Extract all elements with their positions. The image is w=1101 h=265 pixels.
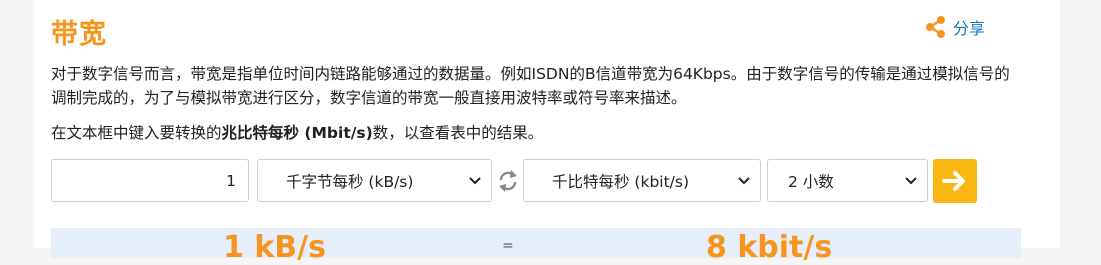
instruction-suffix: 数，以查看表中的结果。 bbox=[372, 124, 544, 142]
instruction-prefix: 在文本框中键入要转换的 bbox=[51, 124, 222, 142]
to-unit-select[interactable]: 千比特每秒 (kbit/s) bbox=[523, 159, 761, 202]
share-label: 分享 bbox=[953, 19, 986, 38]
instruction-text: 在文本框中键入要转换的兆比特每秒 (Mbit/s)数，以查看表中的结果。 bbox=[51, 121, 543, 143]
decimals-value: 2 小数 bbox=[788, 172, 834, 191]
from-unit-value: 千字节每秒 (kB/s) bbox=[286, 172, 414, 191]
chevron-down-icon bbox=[469, 176, 481, 184]
convert-button[interactable] bbox=[933, 159, 977, 203]
swap-units-button[interactable] bbox=[497, 168, 519, 194]
chevron-down-icon bbox=[738, 176, 750, 184]
arrow-right-icon bbox=[942, 171, 965, 191]
description-text: 对于数字信号而言，带宽是指单位时间内链路能够通过的数据量。例如ISDN的B信道带… bbox=[51, 65, 1010, 107]
from-unit-select[interactable]: 千字节每秒 (kB/s) bbox=[257, 159, 492, 202]
result-equals: = bbox=[502, 238, 514, 254]
swap-icon bbox=[499, 170, 517, 192]
value-input[interactable] bbox=[51, 159, 249, 202]
to-unit-value: 千比特每秒 (kbit/s) bbox=[552, 172, 690, 191]
decimals-select[interactable]: 2 小数 bbox=[767, 159, 928, 202]
result-panel: 1 kB/s = 8 kbit/s bbox=[51, 228, 1021, 265]
share-icon bbox=[925, 15, 947, 39]
instruction-unit: 兆比特每秒 (Mbit/s) bbox=[221, 124, 373, 142]
share-button[interactable]: 分享 bbox=[925, 14, 985, 40]
chevron-down-icon bbox=[905, 176, 917, 184]
page-title: 带宽 bbox=[51, 19, 107, 50]
